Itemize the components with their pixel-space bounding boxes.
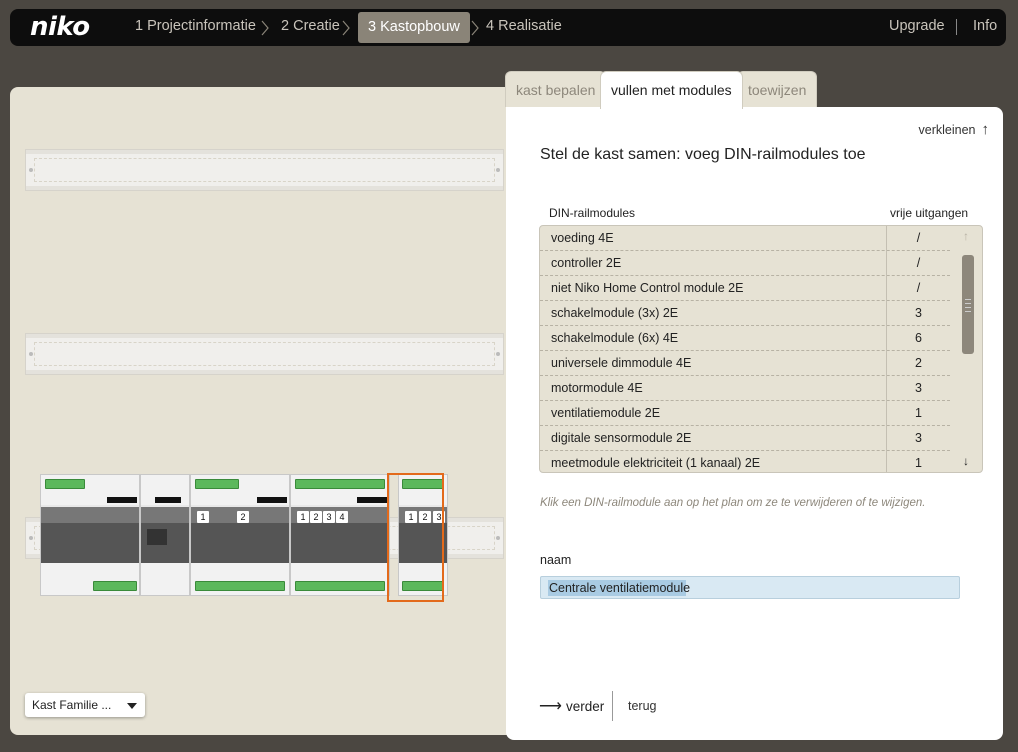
selected-module-highlight[interactable] <box>387 473 444 602</box>
step-kastopbouw[interactable]: 3 Kastopbouw <box>358 12 470 43</box>
module-list[interactable]: voeding 4E / controller 2E / niet Niko Hom… <box>539 225 983 473</box>
chevron-right-icon <box>342 20 350 36</box>
collapse-label: verkleinen <box>918 123 976 137</box>
placed-module-motormodule[interactable]: 1 2 3 4 <box>290 474 390 596</box>
tab-vullen-met-modules[interactable]: vullen met modules <box>600 71 743 109</box>
next-label: verder <box>565 699 605 714</box>
tab-kast-bepalen[interactable]: kast bepalen <box>505 71 607 107</box>
din-rail-1[interactable] <box>25 149 504 191</box>
module-list-item[interactable]: niet Niko Home Control module 2E / <box>540 276 950 301</box>
channel-number: 2 <box>310 511 322 523</box>
instruction-hint: Klik een DIN-railmodule aan op het plan … <box>540 497 926 509</box>
step-realisatie[interactable]: 4 Realisatie <box>486 18 562 34</box>
module-list-item[interactable]: schakelmodule (6x) 4E 6 <box>540 326 950 351</box>
module-list-item[interactable]: universele dimmodule 4E 2 <box>540 351 950 376</box>
channel-number: 1 <box>297 511 309 523</box>
channel-number: 4 <box>336 511 348 523</box>
chevron-right-icon <box>261 20 269 36</box>
column-header-modules: DIN-railmodules <box>549 206 636 220</box>
module-list-item[interactable]: ventilatiemodule 2E 1 <box>540 401 950 426</box>
name-label: naam <box>540 553 572 567</box>
collapse-button[interactable]: verkleinen ↑ <box>919 121 989 138</box>
channel-number: 3 <box>323 511 335 523</box>
placed-modules: 1 2 1 2 3 4 1 2 3 <box>40 474 448 596</box>
info-link[interactable]: Info <box>973 18 997 34</box>
back-button[interactable]: terug <box>628 699 657 713</box>
column-header-free-outputs: vrije uitgangen <box>890 206 969 220</box>
module-list-item[interactable]: schakelmodule (3x) 2E 3 <box>540 301 950 326</box>
scrollbar-thumb[interactable] <box>962 255 974 354</box>
top-navigation-bar: niko 1 Projectinformatie 2 Creatie 3 Kas… <box>10 9 1006 46</box>
step-creatie[interactable]: 2 Creatie <box>281 18 340 34</box>
channel-number: 2 <box>237 511 249 523</box>
module-list-item[interactable]: voeding 4E / <box>540 226 950 251</box>
next-button[interactable]: ⟶ verder <box>539 696 604 716</box>
module-list-item[interactable]: motormodule 4E 3 <box>540 376 950 401</box>
button-divider <box>612 691 613 721</box>
tab-toewijzen[interactable]: toewijzen <box>737 71 818 107</box>
module-list-scrollbar[interactable]: ↑ ↓ <box>954 226 982 472</box>
arrow-up-icon: ↑ <box>981 121 990 138</box>
din-rail-2[interactable] <box>25 333 504 375</box>
upgrade-link[interactable]: Upgrade <box>889 18 945 34</box>
module-name-field[interactable] <box>540 576 960 599</box>
cabinet-family-select[interactable]: Kast Familie ... <box>25 693 145 717</box>
module-panel: verkleinen ↑ Stel de kast samen: voeg DIN… <box>506 107 1003 740</box>
top-link-divider <box>956 19 957 35</box>
panel-heading: Stel de kast samen: voeg DIN-railmodules… <box>540 146 866 163</box>
module-list-item[interactable]: controller 2E / <box>540 251 950 276</box>
module-list-item[interactable]: meetmodule elektriciteit (1 kanaal) 2E 1 <box>540 451 950 472</box>
caret-down-icon <box>127 703 137 709</box>
module-list-item[interactable]: digitale sensormodule 2E 3 <box>540 426 950 451</box>
placed-module-dimmodule[interactable]: 1 2 <box>190 474 290 596</box>
placed-module-controller[interactable] <box>140 474 190 596</box>
chevron-right-icon <box>471 20 479 36</box>
channel-number: 1 <box>197 511 209 523</box>
scroll-up-icon[interactable]: ↑ <box>963 229 969 243</box>
module-name-input[interactable] <box>541 577 959 598</box>
niko-logo[interactable]: niko <box>30 12 90 42</box>
cabinet-canvas[interactable]: 1 2 1 2 3 4 1 2 3 <box>10 87 540 735</box>
scroll-down-icon[interactable]: ↓ <box>963 454 969 468</box>
cabinet-family-value: Kast Familie ... <box>32 698 112 712</box>
arrow-right-icon: ⟶ <box>539 698 562 715</box>
placed-module-voeding[interactable] <box>40 474 140 596</box>
step-projectinformatie[interactable]: 1 Projectinformatie <box>135 18 256 34</box>
